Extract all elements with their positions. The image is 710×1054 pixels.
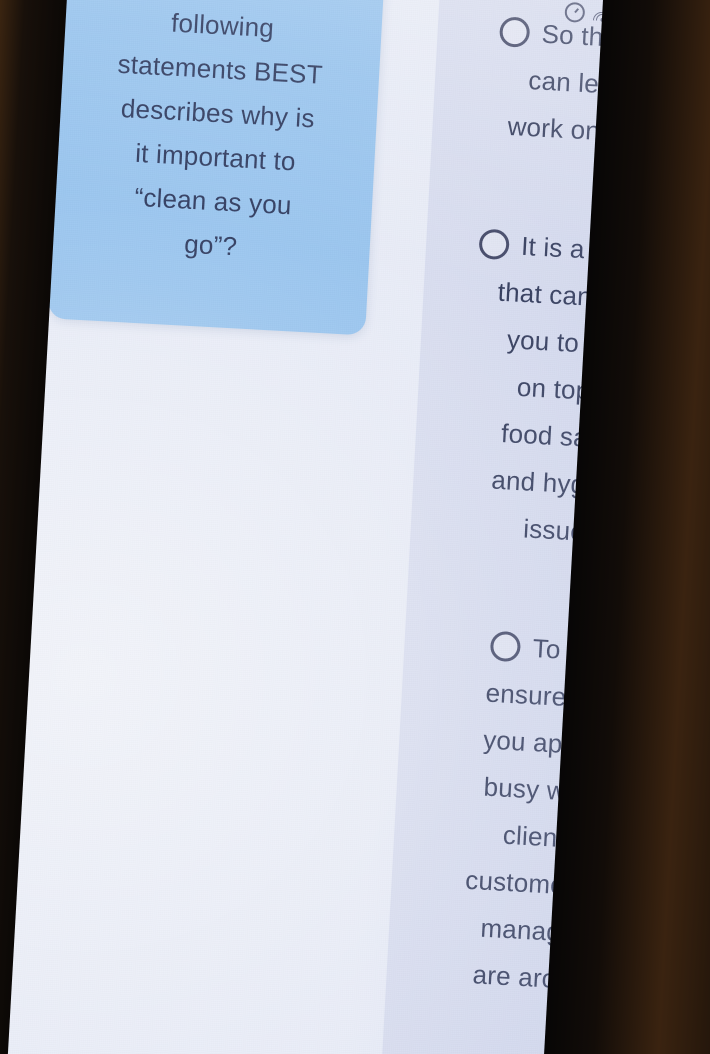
alarm-clock-icon	[564, 1, 586, 23]
question-card: Which of the following statements BEST d…	[47, 0, 387, 336]
radio-button-icon-1[interactable]	[499, 16, 531, 48]
radio-button-icon-2[interactable]	[478, 228, 511, 261]
radio-button-icon-3[interactable]	[490, 630, 522, 663]
question-text: Which of the following statements BEST d…	[116, 0, 324, 262]
phone-photo: Vo LTE Which of the following statements…	[0, 0, 710, 1054]
